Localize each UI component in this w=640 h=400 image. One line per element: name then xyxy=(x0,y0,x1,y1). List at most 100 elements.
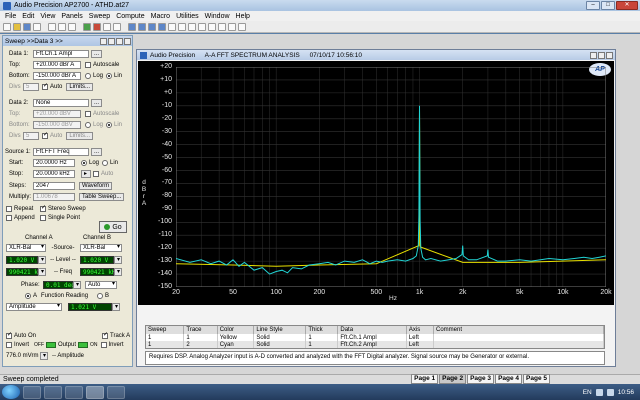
graph-panel-icon[interactable] xyxy=(158,22,166,31)
data1-autoscale-checkbox[interactable] xyxy=(85,62,91,68)
data1-lin-radio[interactable] xyxy=(106,73,113,79)
volume-icon[interactable] xyxy=(606,388,614,396)
auto-on-checkbox[interactable] xyxy=(6,331,12,339)
stop-icon[interactable] xyxy=(93,22,101,31)
menu-view[interactable]: View xyxy=(37,13,58,20)
function-a-radio[interactable] xyxy=(25,293,31,299)
minimize-button[interactable]: – xyxy=(586,1,600,10)
data2-limits-button[interactable]: Limits... xyxy=(66,132,94,140)
channel-b-level-units[interactable]: ▾ xyxy=(114,256,122,264)
function-mode-select[interactable]: Amplitude xyxy=(6,303,62,311)
macro-icon[interactable] xyxy=(228,22,236,31)
phase-mode-select[interactable]: Auto xyxy=(85,281,117,289)
legend-line-style[interactable]: Solid xyxy=(253,341,307,348)
data1-auto-checkbox[interactable] xyxy=(42,82,48,90)
page-tab-4[interactable]: Page 4 xyxy=(495,374,523,384)
legend-line-style[interactable]: Solid xyxy=(253,334,307,341)
graph-minimize-icon[interactable] xyxy=(590,51,597,59)
menu-panels[interactable]: Panels xyxy=(58,13,85,20)
legend-thick[interactable]: 1 xyxy=(305,341,339,348)
append-checkbox[interactable] xyxy=(6,215,12,221)
menu-compute[interactable]: Compute xyxy=(113,13,147,20)
data1-select[interactable]: Fft.Ch.1 Ampl xyxy=(33,50,89,58)
channel-b-freq-units[interactable]: ▾ xyxy=(114,268,122,276)
data2-autoscale-checkbox[interactable] xyxy=(85,111,91,117)
data2-auto-checkbox[interactable] xyxy=(42,131,48,139)
network-icon[interactable] xyxy=(595,388,603,396)
print-icon[interactable] xyxy=(33,22,41,31)
help-icon[interactable] xyxy=(238,22,246,31)
settings-panel-icon[interactable] xyxy=(168,22,176,31)
page-tab-3[interactable]: Page 3 xyxy=(467,374,495,384)
start-button[interactable] xyxy=(2,385,20,399)
amplitude-readout[interactable]: 776.0 mVrm xyxy=(6,353,40,359)
paste-icon[interactable] xyxy=(68,22,76,31)
waveform-button[interactable]: Waveform xyxy=(79,182,113,190)
legend-color[interactable]: Cyan xyxy=(217,341,255,348)
data1-divs-input[interactable]: 5 xyxy=(23,83,39,91)
amplitude-units[interactable]: ▾ xyxy=(40,352,48,360)
digital-io-icon[interactable] xyxy=(188,22,196,31)
menu-utilities[interactable]: Utilities xyxy=(173,13,202,20)
source1-stop-input[interactable]: 20.0000 kHz xyxy=(33,170,75,178)
data1-log-radio[interactable] xyxy=(85,73,91,79)
stereo-sweep-checkbox[interactable] xyxy=(40,204,46,212)
cut-icon[interactable] xyxy=(48,22,56,31)
page-tab-2[interactable]: Page 2 xyxy=(439,374,467,384)
analyzer-panel-icon[interactable] xyxy=(138,22,146,31)
phase-units[interactable]: ▾ xyxy=(73,281,81,289)
source1-multiply-input[interactable]: 1.00678 xyxy=(33,193,75,201)
regulation-icon[interactable] xyxy=(218,22,226,31)
source1-stop-arrow[interactable]: ▸ xyxy=(81,170,91,178)
page-tab-1[interactable]: Page 1 xyxy=(411,374,439,384)
data2-log-radio[interactable] xyxy=(85,122,91,128)
channel-b-source-select[interactable]: XLR-Bal xyxy=(80,244,122,252)
graph-plot-area[interactable]: AP d B r A +20 +10 +0 -10 -20 -30 -40 -50 -60 -70… xyxy=(138,61,614,305)
graph-maximize-icon[interactable] xyxy=(598,51,605,59)
bar-graph-icon[interactable] xyxy=(208,22,216,31)
data2-divs-input[interactable]: 5 xyxy=(23,132,39,140)
pause-icon[interactable] xyxy=(103,22,111,31)
legend-thick[interactable]: 1 xyxy=(305,334,339,341)
source1-log-radio[interactable] xyxy=(81,160,87,166)
copy-icon[interactable] xyxy=(58,22,66,31)
channel-a-freq-units[interactable]: ▾ xyxy=(38,268,46,276)
data2-browse-button[interactable]: ... xyxy=(91,99,103,107)
page-tab-5[interactable]: Page 5 xyxy=(523,374,550,384)
save-icon[interactable] xyxy=(23,22,31,31)
legend-color[interactable]: Yellow xyxy=(217,334,255,341)
go-icon[interactable] xyxy=(83,22,91,31)
track-a-checkbox[interactable] xyxy=(102,331,108,339)
taskbar-app-icon[interactable] xyxy=(107,385,125,399)
source1-start-input[interactable]: 20.0000 Hz xyxy=(33,159,75,167)
function-units[interactable]: ▾ xyxy=(112,303,120,311)
graph-close-icon[interactable] xyxy=(606,51,613,59)
data2-lin-radio[interactable] xyxy=(106,122,113,128)
legend-comment[interactable] xyxy=(433,341,604,348)
data1-browse-button[interactable]: ... xyxy=(91,50,103,58)
go-button[interactable]: Go xyxy=(99,221,127,233)
invert-left-checkbox[interactable] xyxy=(6,342,12,348)
clock[interactable]: 10:56 xyxy=(618,389,634,396)
maximize-button[interactable]: □ xyxy=(601,1,615,10)
legend-row[interactable]: 1 1 Yellow Solid 1 Fft.Ch.1 Ampl Left xyxy=(146,334,604,341)
sweep-panel-icon[interactable] xyxy=(148,22,156,31)
panel-help-icon[interactable] xyxy=(100,37,107,45)
step-icon[interactable] xyxy=(113,22,121,31)
menu-edit[interactable]: Edit xyxy=(19,13,37,20)
data1-bottom-input[interactable]: -150.000 dBr A xyxy=(33,72,81,80)
data1-limits-button[interactable]: Limits... xyxy=(66,83,94,91)
taskbar-media-icon[interactable] xyxy=(65,385,83,399)
output-on-led[interactable] xyxy=(78,342,89,348)
new-file-icon[interactable] xyxy=(3,22,11,31)
source1-lin-radio[interactable] xyxy=(102,160,109,166)
panel-minimize-icon[interactable] xyxy=(116,37,123,45)
taskbar-explorer-icon[interactable] xyxy=(44,385,62,399)
source1-auto-checkbox[interactable] xyxy=(93,171,99,177)
language-indicator[interactable]: EN xyxy=(583,389,592,396)
channel-a-level-units[interactable]: ▾ xyxy=(38,256,46,264)
source1-select[interactable]: Fft.FFT Freq xyxy=(33,148,89,156)
open-folder-icon[interactable] xyxy=(13,22,21,31)
table-sweep-button[interactable]: Table Sweep... xyxy=(79,193,125,201)
generator-panel-icon[interactable] xyxy=(128,22,136,31)
